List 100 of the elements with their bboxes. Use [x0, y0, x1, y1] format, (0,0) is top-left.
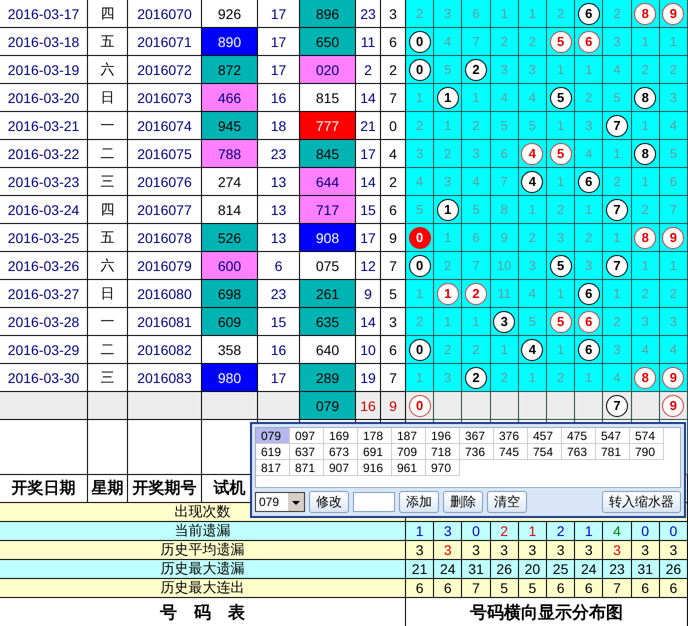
number-ball: 6 — [578, 170, 600, 192]
number-item[interactable]: 745 — [494, 444, 528, 460]
number-item[interactable]: 367 — [460, 428, 494, 444]
number-item[interactable]: 718 — [426, 444, 460, 460]
stat-value: 2 — [547, 522, 576, 541]
miss-count: 3 — [416, 146, 424, 161]
number-ball: 1 — [436, 282, 459, 304]
miss-count: 5 — [613, 90, 621, 105]
draw-number: 261 — [300, 280, 356, 308]
miss-count: 4 — [500, 90, 508, 105]
action-button[interactable]: 清空 — [487, 491, 527, 513]
number-ball: 5 — [550, 142, 572, 164]
number-item[interactable]: 187 — [392, 428, 426, 444]
number-item[interactable]: 196 — [426, 428, 460, 444]
draw-date: 2016-03-29 — [0, 336, 88, 364]
miss-count: 6 — [472, 230, 480, 245]
weekday: 日 — [88, 84, 128, 112]
number-item[interactable]: 871 — [290, 460, 324, 476]
test-number: 814 — [202, 196, 258, 224]
number-item[interactable]: 907 — [324, 460, 358, 476]
stat-value: 24 — [575, 560, 604, 579]
number-item[interactable]: 781 — [596, 444, 630, 460]
miss-count: 1 — [444, 230, 452, 245]
miss-count: 1 — [472, 314, 480, 329]
number-item[interactable]: 457 — [528, 428, 562, 444]
draw-number: 644 — [300, 168, 356, 196]
miss-count: 1 — [416, 370, 424, 385]
number-ball: 5 — [550, 254, 572, 276]
miss-count: 5 — [528, 118, 536, 133]
number-ball: 0 — [408, 254, 431, 276]
miss-count: 2 — [642, 202, 649, 217]
number-item[interactable]: 790 — [630, 444, 664, 460]
number-item[interactable]: 736 — [460, 444, 494, 460]
number-item[interactable]: 763 — [562, 444, 596, 460]
stat-label: 历史平均遗漏 — [0, 541, 406, 560]
number-item[interactable]: 574 — [630, 428, 664, 444]
action-button[interactable]: 修改 — [309, 491, 349, 513]
sum-value: 11 — [356, 28, 381, 56]
test-number: 526 — [202, 224, 258, 252]
test-number: 945 — [202, 112, 258, 140]
number-item[interactable]: 637 — [290, 444, 324, 460]
draw-number: 640 — [300, 336, 356, 364]
weekday: 四 — [88, 0, 128, 28]
miss-count: 4 — [670, 342, 678, 357]
miss-count: 3 — [556, 230, 564, 245]
miss-count: 1 — [613, 286, 621, 301]
number-item[interactable]: 097 — [290, 428, 324, 444]
stat-value: 31 — [632, 560, 660, 579]
draw-date: 2016-03-19 — [0, 56, 88, 84]
miss-count: 2 — [528, 230, 536, 245]
number-item[interactable]: 178 — [358, 428, 392, 444]
miss-count: 10 — [496, 258, 512, 273]
number-dropdown[interactable]: 079 — [255, 492, 305, 512]
miss-count: 1 — [416, 90, 424, 105]
number-ball: 8 — [634, 2, 656, 24]
miss-count: 1 — [556, 286, 564, 301]
stat-label: 历史最大遗漏 — [0, 560, 406, 579]
number-item[interactable]: 079 — [256, 428, 290, 444]
miss-count: 7 — [472, 34, 480, 49]
number-item[interactable]: 691 — [358, 444, 392, 460]
stat-value: 3 — [660, 541, 688, 560]
number-item[interactable]: 673 — [324, 444, 358, 460]
number-item[interactable]: 970 — [426, 460, 460, 476]
action-button[interactable]: 转入缩水器 — [602, 491, 681, 513]
action-button[interactable]: 添加 — [399, 491, 439, 513]
miss-count: 1 — [585, 62, 592, 77]
caret-icon — [288, 493, 304, 511]
action-button[interactable]: 删除 — [443, 491, 483, 513]
number-ball: 7 — [606, 198, 628, 220]
miss-count: 2 — [585, 90, 592, 105]
number-item[interactable]: 619 — [256, 444, 290, 460]
number-item[interactable]: 916 — [358, 460, 392, 476]
number-item[interactable]: 817 — [256, 460, 290, 476]
number-item[interactable]: 754 — [528, 444, 562, 460]
test-number: 698 — [202, 280, 258, 308]
number-item[interactable]: 475 — [562, 428, 596, 444]
stat-value: 5 — [518, 579, 547, 598]
miss-count: 3 — [528, 258, 536, 273]
weekday: 二 — [88, 140, 128, 168]
test-number: 358 — [202, 336, 258, 364]
sum-value: 15 — [356, 196, 381, 224]
miss-count: 4 — [472, 174, 480, 189]
miss-count: 4 — [528, 286, 536, 301]
number-item[interactable]: 376 — [494, 428, 528, 444]
number-item[interactable]: 169 — [324, 428, 358, 444]
number-item[interactable]: 547 — [596, 428, 630, 444]
number-ball: 6 — [578, 30, 600, 52]
number-item[interactable]: 961 — [392, 460, 426, 476]
miss-count: 3 — [500, 62, 508, 77]
text-input[interactable] — [353, 492, 395, 512]
stat-value: 0 — [660, 522, 688, 541]
miss-count: 4 — [642, 342, 649, 357]
stat-value: 6 — [434, 579, 462, 598]
miss-count: 5 — [500, 118, 508, 133]
number-item[interactable]: 709 — [392, 444, 426, 460]
miss-count: 1 — [444, 314, 452, 329]
miss-count: 4 — [585, 146, 592, 161]
stat-value: 21 — [406, 560, 434, 579]
miss-count: 5 — [416, 202, 424, 217]
miss-count: 4 — [613, 62, 621, 77]
